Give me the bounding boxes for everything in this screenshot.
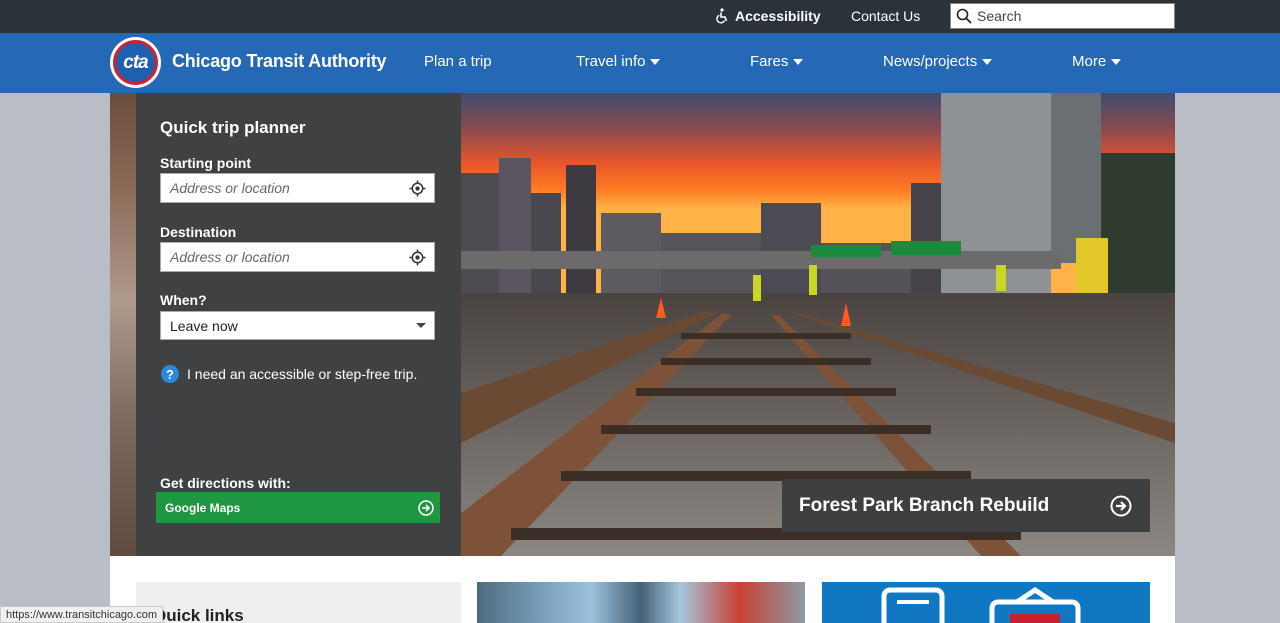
google-maps-label: Google Maps [165, 500, 241, 515]
hero-caption[interactable]: Forest Park Branch Rebuild [782, 479, 1150, 532]
nav-label: Travel info [576, 53, 646, 70]
chevron-down-icon [416, 323, 426, 328]
background-image-edge [110, 93, 136, 556]
starting-point-label: Starting point [160, 155, 251, 171]
accessible-trip-option[interactable]: ? I need an accessible or step-free trip… [161, 365, 417, 383]
destination-placeholder: Address or location [170, 249, 290, 265]
cta-logo[interactable]: cta [110, 37, 161, 88]
help-icon[interactable]: ? [161, 365, 179, 383]
nav-travel-info[interactable]: Travel info [576, 53, 661, 70]
when-value: Leave now [170, 317, 238, 334]
contact-us-link[interactable]: Contact Us [851, 8, 920, 24]
when-select[interactable]: Leave now [160, 311, 435, 340]
main-nav: cta Chicago Transit Authority Plan a tri… [0, 33, 1280, 93]
nav-more[interactable]: More [1072, 53, 1122, 70]
quick-links-card: Quick links [136, 582, 461, 623]
search-box[interactable] [950, 3, 1175, 29]
nav-label: More [1072, 53, 1107, 70]
logo-mark: cta [113, 40, 158, 85]
directions-label: Get directions with: [160, 475, 291, 491]
status-bar-url: https://www.transitchicago.com [0, 606, 164, 623]
google-maps-button[interactable]: Google Maps [156, 492, 440, 523]
nav-label: Fares [750, 53, 789, 70]
nav-plan-a-trip[interactable]: Plan a trip [424, 53, 492, 70]
caret-down-icon [793, 59, 804, 65]
locate-me-icon[interactable] [409, 248, 426, 266]
app-promo-card[interactable] [822, 582, 1150, 623]
mobile-device-icon [881, 586, 1081, 623]
caret-down-icon [982, 59, 993, 65]
caret-down-icon [650, 59, 661, 65]
locate-me-icon[interactable] [409, 179, 426, 197]
search-input[interactable] [977, 8, 1167, 24]
caret-down-icon [1111, 59, 1122, 65]
planner-title: Quick trip planner [160, 118, 306, 137]
destination-label: Destination [160, 224, 237, 240]
nav-label: Plan a trip [424, 53, 492, 70]
when-label: When? [160, 292, 207, 308]
nav-news-projects[interactable]: News/projects [883, 53, 993, 70]
utility-bar: Accessibility Contact Us [0, 0, 1280, 33]
arrow-right-circle-icon [418, 499, 434, 516]
arrow-right-circle-icon [1110, 495, 1132, 516]
news-photo-card[interactable] [477, 582, 805, 623]
starting-point-placeholder: Address or location [170, 180, 290, 196]
starting-point-input[interactable]: Address or location [160, 173, 435, 203]
accessibility-link[interactable]: Accessibility [714, 7, 821, 25]
hero-caption-text: Forest Park Branch Rebuild [799, 494, 1050, 516]
trip-planner-panel: Quick trip planner Starting point Addres… [136, 93, 461, 556]
accessibility-label: Accessibility [735, 8, 821, 24]
brand-name[interactable]: Chicago Transit Authority [172, 51, 387, 72]
search-icon [956, 8, 972, 24]
nav-label: News/projects [883, 53, 978, 70]
nav-fares[interactable]: Fares [750, 53, 804, 70]
quick-links-title: Quick links [153, 606, 244, 623]
accessible-trip-text: I need an accessible or step-free trip. [187, 366, 418, 382]
wheelchair-icon [716, 8, 728, 24]
destination-input[interactable]: Address or location [160, 242, 435, 272]
